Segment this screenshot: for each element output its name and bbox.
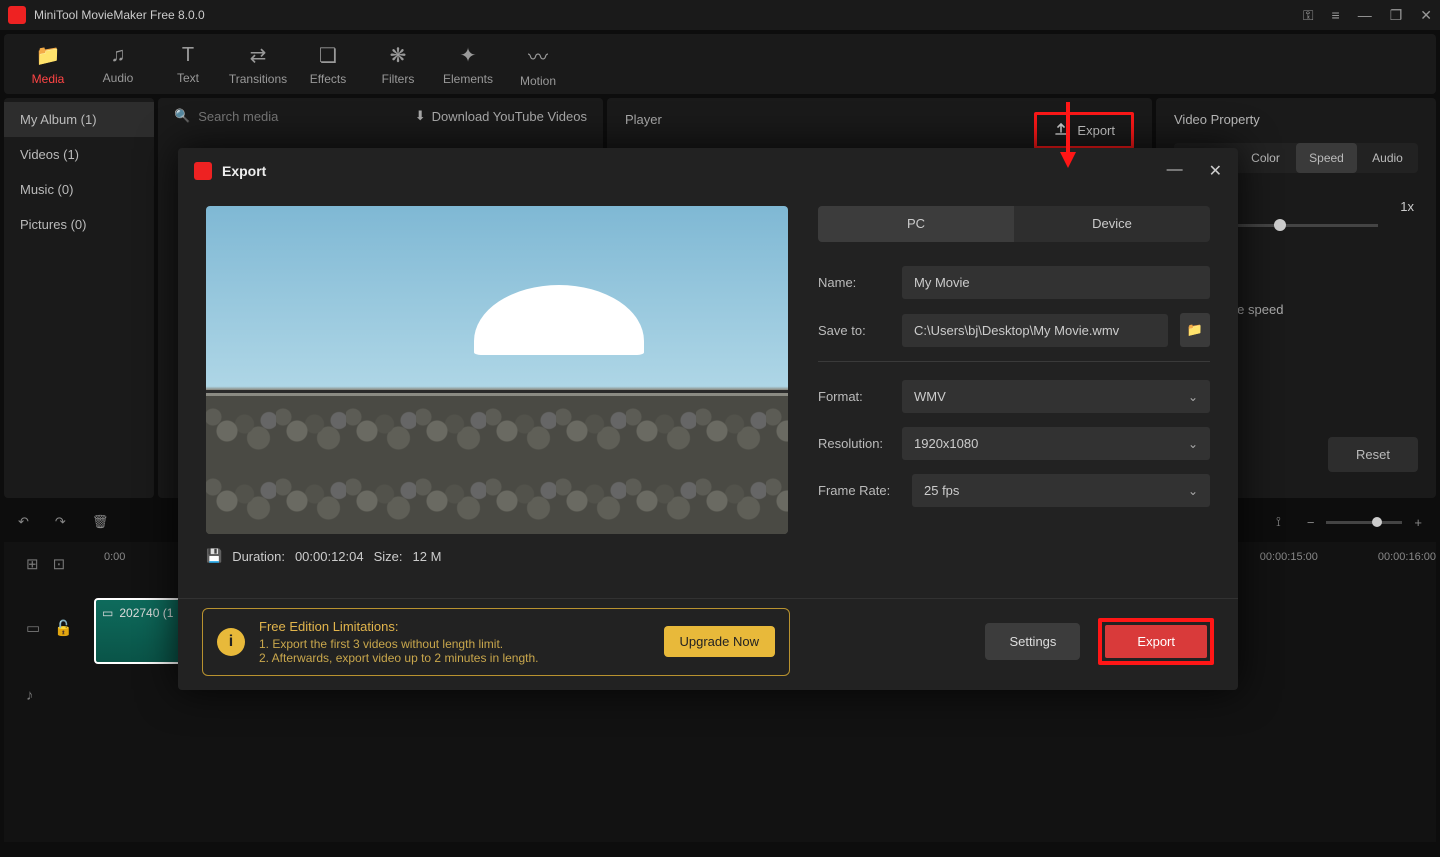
name-label: Name: [818, 275, 890, 290]
player-label: Player [625, 112, 1034, 127]
upgrade-button[interactable]: Upgrade Now [664, 626, 776, 657]
format-label: Format: [818, 389, 890, 404]
zoom-knob[interactable] [1372, 517, 1382, 527]
lock-icon[interactable]: 🔓 [54, 619, 73, 637]
tab-text[interactable]: TText [154, 38, 222, 90]
tab-elements[interactable]: ✦Elements [434, 38, 502, 90]
menu-icon[interactable]: ≡ [1332, 7, 1340, 24]
settings-button[interactable]: Settings [985, 623, 1080, 660]
undo-icon[interactable]: ↶ [18, 514, 29, 530]
folder-icon: 📁 [1187, 322, 1203, 338]
track-menu-icon[interactable]: ⊡ [53, 555, 66, 573]
minimize-icon[interactable]: — [1358, 7, 1372, 24]
zoom-slider[interactable] [1326, 521, 1402, 524]
elements-icon: ✦ [460, 43, 477, 68]
video-track-icon[interactable]: ▭ [26, 619, 40, 637]
name-input[interactable] [902, 266, 1210, 299]
redo-icon[interactable]: ↷ [55, 514, 66, 530]
dialog-logo-icon [194, 162, 212, 180]
search-icon: 🔍 [174, 108, 190, 124]
zoom-in-icon[interactable]: + [1414, 515, 1422, 530]
saveto-input[interactable] [902, 314, 1168, 347]
save-disk-icon: 💾 [206, 548, 222, 564]
audio-track-icon[interactable]: ♪ [26, 687, 34, 704]
chevron-down-icon: ⌄ [1188, 484, 1198, 498]
resolution-label: Resolution: [818, 436, 890, 451]
export-metadata: 💾 Duration: 00:00:12:04 Size: 12 M [206, 548, 788, 564]
close-icon[interactable]: ✕ [1420, 7, 1432, 24]
browse-button[interactable]: 📁 [1180, 313, 1210, 347]
chevron-down-icon: ⌄ [1188, 437, 1198, 451]
maximize-icon[interactable]: ❐ [1390, 7, 1403, 24]
framerate-select[interactable]: 25 fps⌄ [912, 474, 1210, 507]
transitions-icon: ⇄ [250, 43, 267, 68]
app-title: MiniTool MovieMaker Free 8.0.0 [34, 8, 1303, 22]
tab-device[interactable]: Device [1014, 206, 1210, 242]
resolution-select[interactable]: 1920x1080⌄ [902, 427, 1210, 460]
property-tab-audio[interactable]: Audio [1357, 143, 1418, 173]
tab-motion[interactable]: 〰Motion [504, 38, 572, 90]
tab-transitions[interactable]: ⇄Transitions [224, 38, 292, 90]
export-dialog: Export — ✕ 💾 Duration: 00:00:12:04 Size:… [178, 148, 1238, 690]
framerate-label: Frame Rate: [818, 483, 900, 498]
search-input[interactable]: 🔍 Search media [174, 108, 278, 124]
sidebar-item[interactable]: Music (0) [4, 172, 154, 207]
properties-title: Video Property [1174, 112, 1418, 127]
info-icon: i [217, 628, 245, 656]
tab-filters[interactable]: ❋Filters [364, 38, 432, 90]
reset-button[interactable]: Reset [1328, 437, 1418, 472]
sidebar-item[interactable]: Videos (1) [4, 137, 154, 172]
download-icon: ⬇ [415, 108, 426, 124]
delete-icon[interactable]: 🗑 [92, 514, 109, 530]
filters-icon: ❋ [390, 43, 407, 68]
format-select[interactable]: WMV⌄ [902, 380, 1210, 413]
dialog-minimize-icon[interactable]: — [1167, 161, 1183, 181]
export-target-tabs: PC Device [818, 206, 1210, 242]
export-button[interactable]: Export [1034, 112, 1134, 149]
snap-icon[interactable]: ⟟ [1276, 514, 1281, 530]
export-confirm-highlight: Export [1098, 618, 1214, 665]
add-track-icon[interactable]: ⊞ [26, 555, 39, 573]
effects-icon: ❏ [319, 43, 337, 68]
app-logo-icon [8, 6, 26, 24]
text-icon: T [182, 44, 194, 67]
motion-icon: 〰 [528, 41, 548, 70]
clip-label: 202740 (1 [119, 606, 173, 620]
dialog-close-icon[interactable]: ✕ [1209, 161, 1222, 181]
annotation-arrow [1056, 102, 1080, 172]
media-sidebar: My Album (1)Videos (1)Music (0)Pictures … [4, 98, 154, 498]
search-placeholder: Search media [198, 109, 278, 124]
export-confirm-button[interactable]: Export [1105, 625, 1207, 658]
key-icon[interactable]: ⚿ [1303, 7, 1314, 24]
limitations-notice: i Free Edition Limitations: 1. Export th… [202, 608, 790, 676]
audio-icon: ♫ [111, 44, 126, 67]
top-toolbar: 📁Media♫AudioTText⇄Transitions❏Effects❋Fi… [4, 34, 1436, 94]
zoom-out-icon[interactable]: − [1307, 515, 1315, 530]
clip-media-icon: ▭ [102, 606, 113, 620]
sidebar-item[interactable]: Pictures (0) [4, 207, 154, 242]
export-preview [206, 206, 788, 534]
chevron-down-icon: ⌄ [1188, 390, 1198, 404]
tab-effects[interactable]: ❏Effects [294, 38, 362, 90]
tab-media[interactable]: 📁Media [14, 38, 82, 90]
property-tab-color[interactable]: Color [1235, 143, 1296, 173]
sidebar-item[interactable]: My Album (1) [4, 102, 154, 137]
tab-audio[interactable]: ♫Audio [84, 38, 152, 90]
title-bar: MiniTool MovieMaker Free 8.0.0 ⚿ ≡ — ❐ ✕ [0, 0, 1440, 30]
saveto-label: Save to: [818, 323, 890, 338]
tab-pc[interactable]: PC [818, 206, 1014, 242]
media-icon: 📁 [36, 43, 61, 68]
property-tab-speed[interactable]: Speed [1296, 143, 1357, 173]
slider-knob[interactable] [1274, 219, 1286, 231]
timeline-zoom: − + [1307, 515, 1422, 530]
download-youtube-button[interactable]: ⬇ Download YouTube Videos [415, 108, 587, 124]
dialog-title: Export [222, 163, 266, 179]
